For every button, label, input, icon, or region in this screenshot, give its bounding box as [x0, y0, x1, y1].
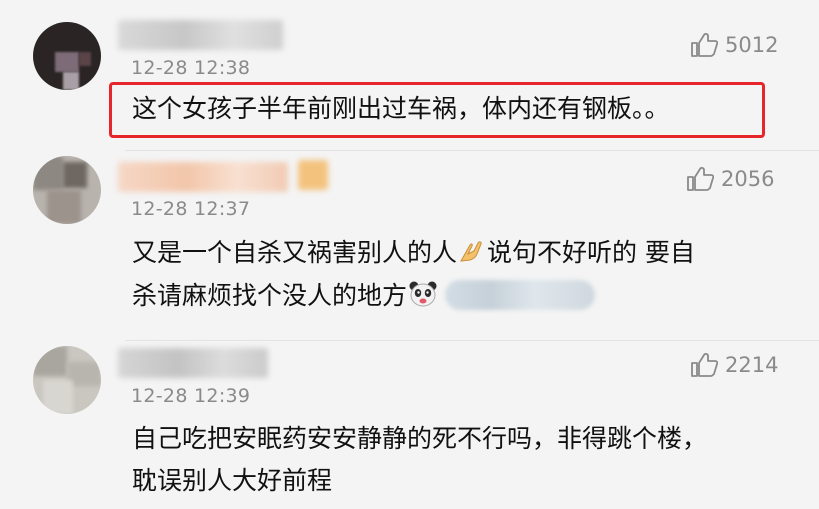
comment-text-line-1: 自己吃把安眠药安安静静的死不行吗，非得跳个楼， [132, 424, 708, 453]
panda-face-icon [409, 281, 437, 307]
like-button[interactable]: 2056 [686, 166, 774, 192]
comment-text-line-1: 又是一个自杀又祸害别人的人 说句不好听的 要自 [132, 232, 695, 274]
comment-timestamp: 12-28 12:38 [131, 57, 251, 79]
avatar[interactable] [33, 156, 101, 224]
thumbs-up-icon [691, 33, 718, 57]
avatar[interactable] [33, 22, 101, 90]
user-badge [298, 160, 328, 190]
comment-text-line-2: 杀请麻烦找个没人的地方 [132, 275, 596, 317]
like-button[interactable]: 5012 [690, 32, 778, 58]
username[interactable] [118, 162, 288, 192]
thumbs-up-icon [691, 353, 718, 377]
comment-timestamp: 12-28 12:39 [131, 385, 251, 407]
comment-item: 12-28 12:38 5012 这个女孩子半年前刚出过车祸，体内还有钢板。。 [0, 0, 819, 150]
mention-tag[interactable] [445, 280, 596, 310]
comment-item: 12-28 12:37 2056 又是一个自杀又祸害别人的人 说句不好听的 要自… [0, 150, 819, 340]
praying-hands-icon [460, 241, 482, 262]
like-count: 2214 [725, 353, 779, 377]
comment-text: 说句不好听的 要自 [487, 238, 695, 267]
comment-text: 杀请麻烦找个没人的地方 [132, 281, 408, 310]
comment-item: 12-28 12:39 2214 自己吃把安眠药安安静静的死不行吗，非得跳个楼，… [0, 340, 819, 509]
comment-text: 又是一个自杀又祸害别人的人 [132, 238, 458, 267]
like-count: 5012 [725, 33, 779, 57]
username[interactable] [118, 20, 283, 50]
comment-timestamp: 12-28 12:37 [131, 198, 251, 220]
thumbs-up-icon [687, 167, 714, 191]
avatar[interactable] [33, 346, 101, 414]
like-count: 2056 [721, 167, 775, 191]
comment-text: 这个女孩子半年前刚出过车祸，体内还有钢板。。 [132, 94, 670, 123]
comment-text-line-2: 耽误别人大好前程 [132, 466, 333, 495]
like-button[interactable]: 2214 [690, 352, 778, 378]
username[interactable] [118, 348, 268, 378]
